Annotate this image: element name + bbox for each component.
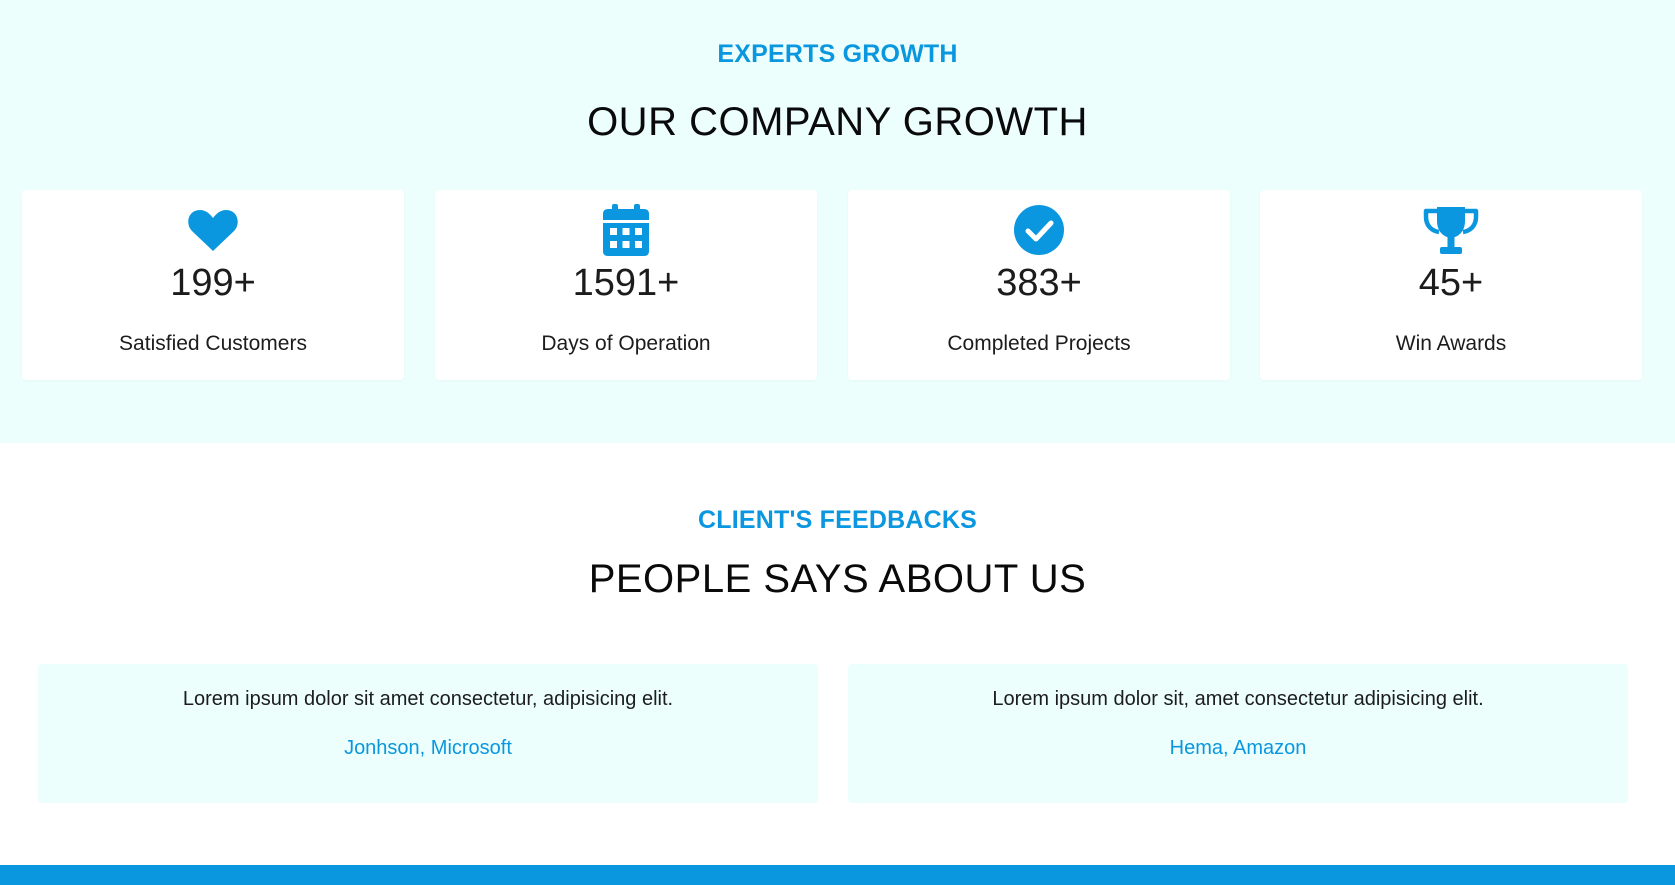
trophy-icon bbox=[1260, 202, 1642, 258]
stat-card-customers: 199+ Satisfied Customers bbox=[22, 190, 404, 380]
growth-title: OUR COMPANY GROWTH bbox=[587, 100, 1088, 144]
feedback-eyebrow: CLIENT'S FEEDBACKS bbox=[697, 506, 977, 534]
stat-label: Completed Projects bbox=[947, 332, 1131, 355]
stat-card-awards: 45+ Win Awards bbox=[1260, 190, 1642, 380]
footer-bar bbox=[0, 865, 1675, 885]
growth-eyebrow: EXPERTS GROWTH bbox=[717, 40, 958, 68]
stat-card-days: 1591+ Days of Operation bbox=[435, 190, 817, 380]
testimonial-card: Lorem ipsum dolor sit amet consectetur, … bbox=[38, 664, 818, 803]
testimonial-author-link[interactable]: Hema, Amazon bbox=[848, 737, 1628, 760]
feedback-title: PEOPLE SAYS ABOUT US bbox=[588, 557, 1087, 601]
stat-label: Satisfied Customers bbox=[119, 332, 307, 355]
stat-number: 199+ bbox=[170, 262, 256, 304]
stat-number: 45+ bbox=[1418, 262, 1484, 304]
testimonial-author-link[interactable]: Jonhson, Microsoft bbox=[38, 737, 818, 760]
stat-card-projects: 383+ Completed Projects bbox=[848, 190, 1230, 380]
heart-icon bbox=[22, 202, 404, 258]
stat-label: Days of Operation bbox=[541, 332, 711, 355]
stat-number: 1591+ bbox=[572, 262, 680, 304]
calendar-icon bbox=[435, 202, 817, 258]
check-circle-icon bbox=[848, 202, 1230, 258]
company-growth-section: EXPERTS GROWTH OUR COMPANY GROWTH 199+ S… bbox=[0, 0, 1675, 443]
testimonial-quote: Lorem ipsum dolor sit, amet consectetur … bbox=[992, 688, 1484, 710]
stat-label: Win Awards bbox=[1395, 332, 1507, 355]
stat-number: 383+ bbox=[996, 262, 1082, 304]
testimonial-card: Lorem ipsum dolor sit, amet consectetur … bbox=[848, 664, 1628, 803]
testimonial-quote: Lorem ipsum dolor sit amet consectetur, … bbox=[182, 688, 674, 710]
